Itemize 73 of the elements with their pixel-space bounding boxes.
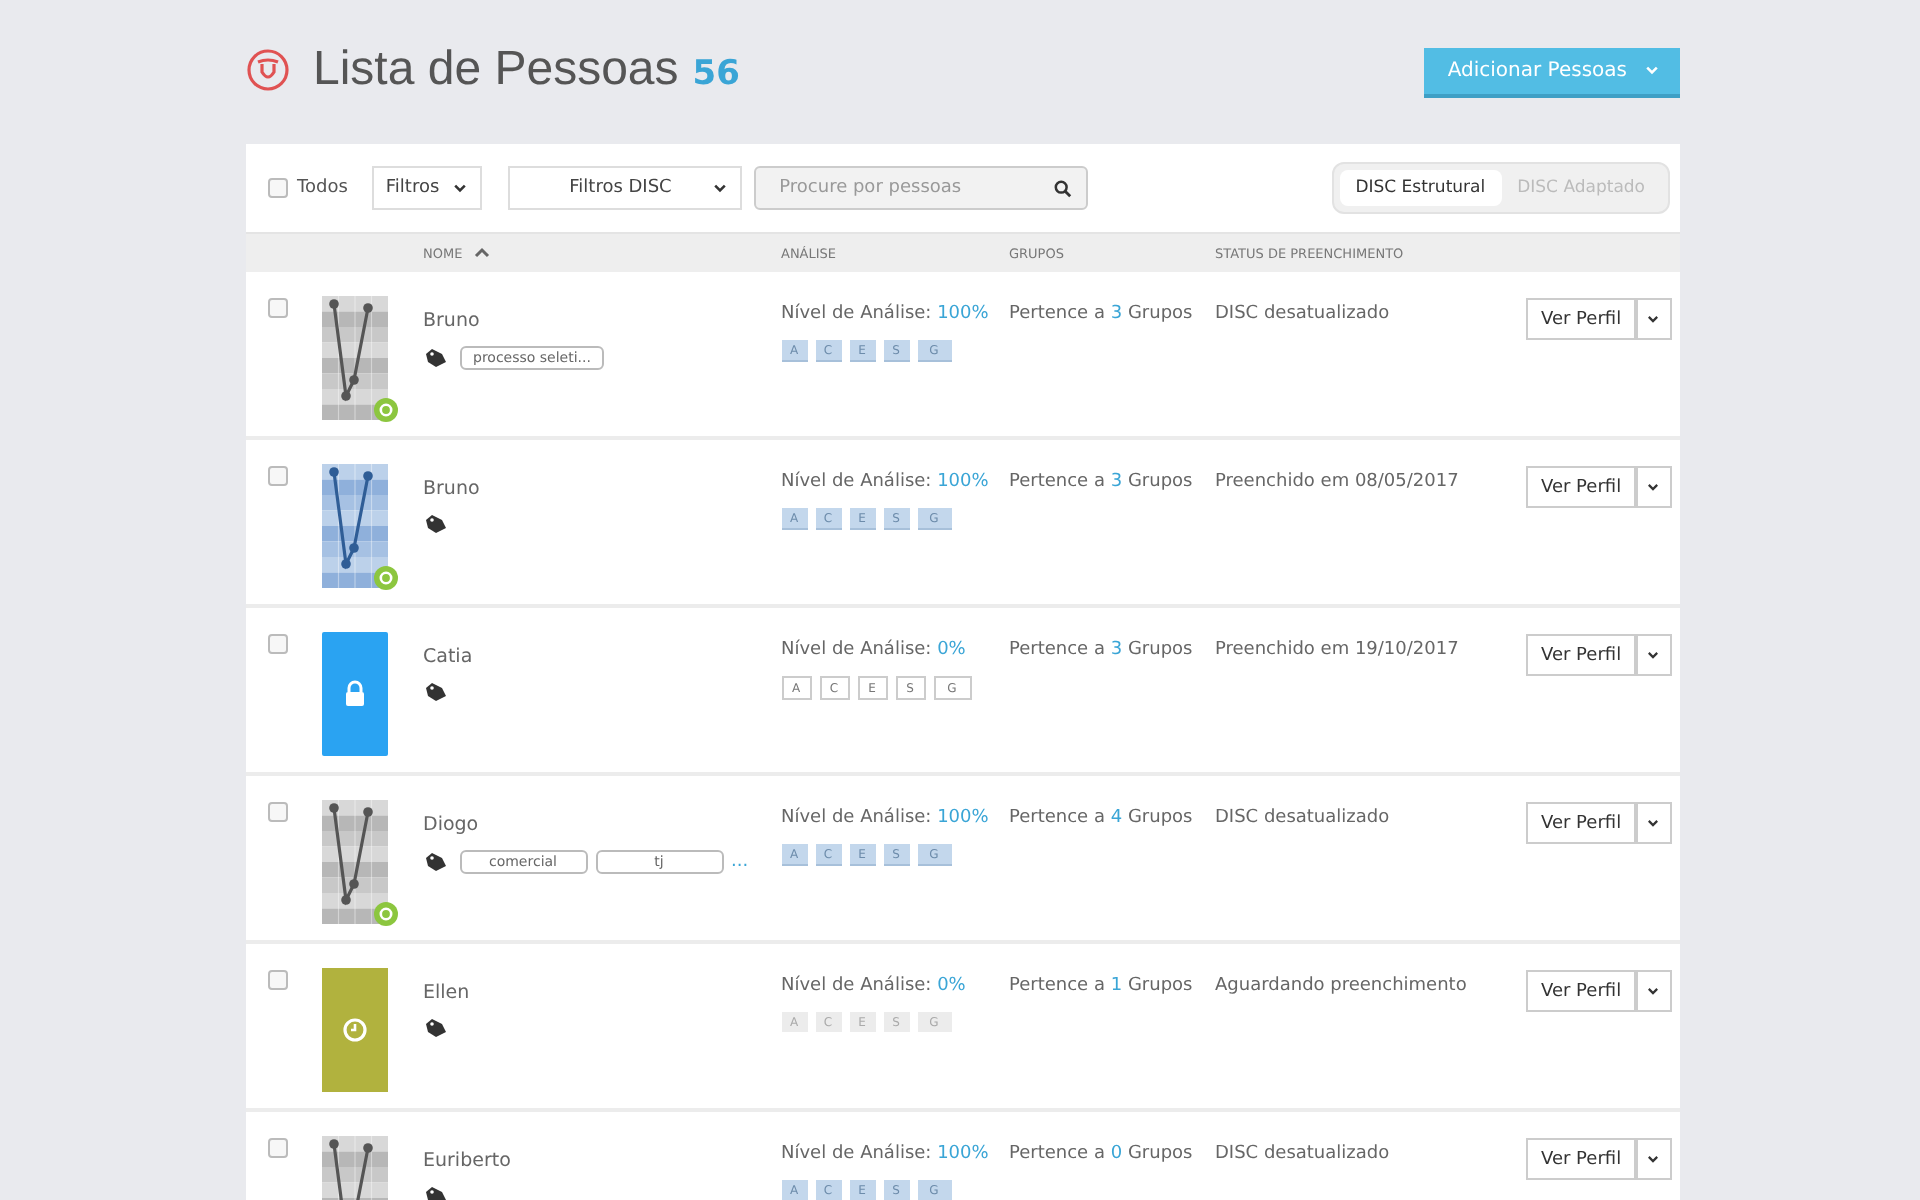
person-name[interactable]: Euriberto: [423, 1150, 781, 1172]
select-all-label: Todos: [297, 178, 348, 198]
sort-icon[interactable]: [474, 246, 491, 260]
row-checkbox[interactable]: [267, 634, 287, 654]
people-count: 56: [692, 54, 740, 94]
view-profile-button[interactable]: Ver Perfil: [1525, 970, 1635, 1012]
row-menu-button[interactable]: [1635, 634, 1671, 676]
row-menu-button[interactable]: [1635, 970, 1671, 1012]
row-menu-button[interactable]: [1635, 1138, 1671, 1180]
fill-status-text: DISC desatualizado: [1215, 1144, 1392, 1164]
view-profile-button[interactable]: Ver Perfil: [1525, 634, 1635, 676]
select-all-checkbox[interactable]: [267, 178, 287, 198]
analysis-level-text: Nível de Análise: 100%: [781, 1144, 991, 1164]
groups-text: Pertence a 0 Grupos: [1009, 1144, 1195, 1164]
locked-profile-tile: [321, 632, 387, 756]
analysis-level-text: Nível de Análise: 100%: [781, 472, 991, 492]
groups-text: Pertence a 1 Grupos: [1009, 976, 1195, 996]
row-checkbox[interactable]: [267, 1138, 287, 1158]
groups-text: Pertence a 3 Grupos: [1009, 640, 1195, 660]
groups-text: Pertence a 3 Grupos: [1009, 472, 1195, 492]
view-profile-button[interactable]: Ver Perfil: [1525, 1138, 1635, 1180]
groups-text: Pertence a 3 Grupos: [1009, 304, 1195, 324]
caret-icon: [1646, 816, 1660, 830]
disc-filters-dropdown[interactable]: Filtros DISC: [507, 166, 742, 210]
analysis-level-text: Nível de Análise: 0%: [781, 640, 968, 660]
caret-icon: [1646, 648, 1660, 662]
row-checkbox[interactable]: [267, 298, 287, 318]
person-name[interactable]: Ellen: [423, 982, 781, 1004]
tag-icon[interactable]: [423, 682, 447, 702]
search-icon: [1053, 180, 1072, 198]
row-menu-button[interactable]: [1635, 802, 1671, 844]
caret-icon: [1646, 1152, 1660, 1166]
groups-text: Pertence a 4 Grupos: [1009, 808, 1195, 828]
logo-icon: [245, 48, 289, 92]
row-checkbox[interactable]: [267, 970, 287, 990]
view-profile-button[interactable]: Ver Perfil: [1525, 298, 1635, 340]
analysis-level-text: Nível de Análise: 100%: [781, 304, 991, 324]
fill-status-text: Preenchido em 19/10/2017: [1215, 640, 1461, 660]
view-profile-button[interactable]: Ver Perfil: [1525, 466, 1635, 508]
row-checkbox[interactable]: [267, 466, 287, 486]
tag-icon[interactable]: [423, 514, 447, 534]
caret-icon: [451, 180, 468, 196]
pending-profile-tile: [321, 968, 387, 1092]
view-tab[interactable]: DISC Estrutural: [1339, 170, 1502, 206]
fill-status-text: Preenchido em 08/05/2017: [1215, 472, 1461, 492]
tag-icon[interactable]: [423, 348, 447, 368]
disc-chart-drawing: [321, 296, 387, 420]
tag-icon[interactable]: [423, 1186, 447, 1200]
person-name[interactable]: Bruno: [423, 310, 781, 332]
person-name[interactable]: Bruno: [423, 478, 781, 500]
fill-status-text: Aguardando preenchimento: [1215, 976, 1469, 996]
caret-icon: [1646, 312, 1660, 326]
view-profile-button[interactable]: Ver Perfil: [1525, 802, 1635, 844]
fill-status-text: DISC desatualizado: [1215, 808, 1392, 828]
caret-icon: [1646, 480, 1660, 494]
tag-icon[interactable]: [423, 852, 447, 872]
disc-chart-drawing: [321, 800, 387, 924]
person-name[interactable]: Catia: [423, 646, 781, 668]
caret-icon: [1646, 984, 1660, 998]
analysis-level-text: Nível de Análise: 0%: [781, 976, 968, 996]
fill-status-text: DISC desatualizado: [1215, 304, 1392, 324]
row-menu-button[interactable]: [1635, 298, 1671, 340]
filters-dropdown[interactable]: Filtros: [371, 166, 482, 210]
tag-icon[interactable]: [423, 1018, 447, 1038]
person-name[interactable]: Diogo: [423, 814, 781, 836]
page-title: Lista de Pessoas: [313, 42, 679, 98]
row-checkbox[interactable]: [267, 802, 287, 822]
row-menu-button[interactable]: [1635, 466, 1671, 508]
analysis-level-text: Nível de Análise: 100%: [781, 808, 991, 828]
disc-chart-drawing: [321, 464, 387, 588]
caret-icon: [1643, 62, 1659, 78]
caret-icon: [711, 180, 728, 196]
search-field[interactable]: Procure por pessoas: [753, 166, 1088, 210]
